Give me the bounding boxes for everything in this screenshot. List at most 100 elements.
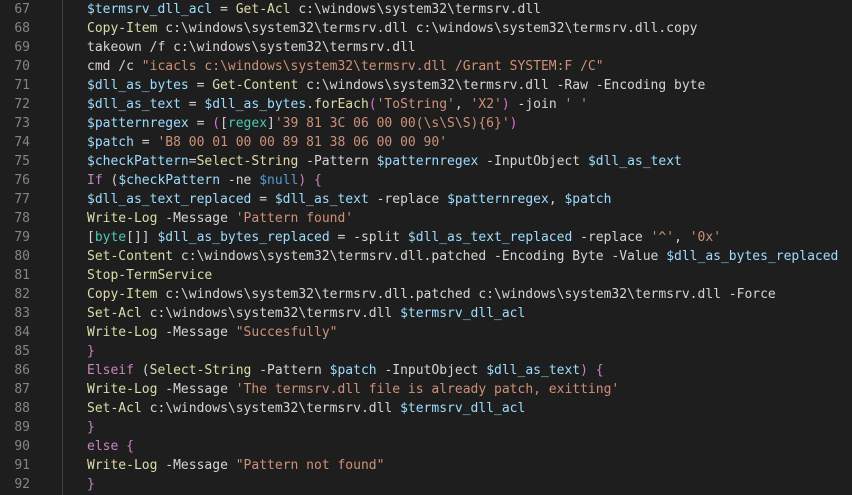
code-token: , bbox=[674, 230, 690, 245]
code-line[interactable]: 72 $dll_as_text = $dll_as_bytes.forEach('… bbox=[0, 95, 852, 114]
code-text[interactable]: [byte[]] $dll_as_bytes_replaced = -split… bbox=[87, 228, 721, 247]
code-text[interactable]: cmd /c "icacls c:\windows\system32\terms… bbox=[87, 57, 604, 76]
code-line[interactable]: 85} bbox=[0, 342, 852, 361]
code-token: ) bbox=[501, 97, 510, 112]
code-text[interactable]: Set-Acl c:\windows\system32\termsrv.dll … bbox=[87, 304, 525, 323]
code-text[interactable]: Copy-Item c:\windows\system32\termsrv.dl… bbox=[87, 285, 776, 304]
code-token: 'Pattern found' bbox=[235, 211, 354, 226]
code-line[interactable]: 86 Elseif (Select-String -Pattern $patch … bbox=[0, 361, 852, 380]
code-text[interactable]: Write-Log -Message "Pattern not found" bbox=[87, 456, 384, 475]
code-line[interactable]: 79 [byte[]] $dll_as_bytes_replaced = -spl… bbox=[0, 228, 852, 247]
code-line[interactable]: 70 cmd /c "icacls c:\windows\system32\ter… bbox=[0, 57, 852, 76]
code-token: $null bbox=[259, 173, 299, 188]
line-number: 71 bbox=[14, 78, 30, 93]
code-line[interactable]: 69 takeown /f c:\windows\system32\termsrv… bbox=[0, 38, 852, 57]
code-token: '^' bbox=[650, 230, 675, 245]
code-text[interactable]: Set-Acl c:\windows\system32\termsrv.dll … bbox=[87, 399, 525, 418]
code-line[interactable]: 73 $patternregex = ([regex]'39 81 3C 06 0… bbox=[0, 114, 852, 133]
code-token: Select-String bbox=[149, 363, 252, 378]
code-text[interactable]: } bbox=[87, 342, 95, 361]
code-text[interactable]: $patch = 'B8 00 01 00 00 89 81 38 06 00 … bbox=[87, 133, 447, 152]
code-editor[interactable]: 67 $termsrv_dll_acl = Get-Acl c:\windows\… bbox=[0, 0, 852, 495]
code-token: c:\windows\system32\termsrv.dll bbox=[290, 2, 541, 17]
code-line[interactable]: 83 Set-Acl c:\windows\system32\termsrv.dl… bbox=[0, 304, 852, 323]
code-token: $patternregex bbox=[87, 116, 189, 131]
code-line[interactable]: 82 Copy-Item c:\windows\system32\termsrv.… bbox=[0, 285, 852, 304]
code-text[interactable]: $termsrv_dll_acl = Get-Acl c:\windows\sy… bbox=[87, 0, 541, 19]
line-number: 76 bbox=[14, 173, 30, 188]
code-line[interactable]: 77 $dll_as_text_replaced = $dll_as_text -… bbox=[0, 190, 852, 209]
code-token: ( bbox=[212, 116, 221, 131]
code-token: -Pattern bbox=[251, 363, 330, 378]
line-number: 74 bbox=[14, 135, 30, 150]
code-token: Write-Log bbox=[87, 382, 158, 397]
code-token: else { bbox=[87, 439, 134, 454]
line-number: 77 bbox=[14, 192, 30, 207]
code-token: c:\windows\system32\termsrv.dll bbox=[141, 401, 401, 416]
code-token: Write-Log bbox=[87, 211, 158, 226]
code-token: $dll_as_text_replaced bbox=[87, 192, 252, 207]
code-text[interactable]: $dll_as_bytes = Get-Content c:\windows\s… bbox=[87, 76, 705, 95]
code-text[interactable]: $dll_as_text_replaced = $dll_as_text -re… bbox=[87, 190, 611, 209]
code-text[interactable]: Copy-Item c:\windows\system32\termsrv.dl… bbox=[87, 19, 698, 38]
code-line[interactable]: 80 Set-Content c:\windows\system32\termsr… bbox=[0, 247, 852, 266]
code-line[interactable]: 91 Write-Log -Message "Pattern not found" bbox=[0, 456, 852, 475]
code-line[interactable]: 92} bbox=[0, 475, 852, 494]
line-number: 91 bbox=[14, 458, 30, 473]
code-token: $patternregex bbox=[447, 192, 549, 207]
code-line[interactable]: 67 $termsrv_dll_acl = Get-Acl c:\windows\… bbox=[0, 0, 852, 19]
code-token: $patch bbox=[564, 192, 612, 207]
code-text[interactable]: takeown /f c:\windows\system32\termsrv.d… bbox=[87, 38, 416, 57]
code-text[interactable]: If ($checkPattern -ne $null) { bbox=[87, 171, 322, 190]
code-text[interactable]: $dll_as_text = $dll_as_bytes.forEach('To… bbox=[87, 95, 588, 114]
code-line[interactable]: 84 Write-Log -Message "Succesfully" bbox=[0, 323, 852, 342]
code-line[interactable]: 76 If ($checkPattern -ne $null) { bbox=[0, 171, 852, 190]
code-token: [ bbox=[220, 116, 228, 131]
code-token: $patternregex bbox=[376, 154, 479, 169]
code-token: Elseif bbox=[87, 363, 134, 378]
code-text[interactable]: } bbox=[87, 418, 95, 437]
code-token: "Succesfully" bbox=[235, 325, 338, 340]
code-text[interactable]: else { bbox=[87, 437, 134, 456]
code-text[interactable]: $patternregex = ([regex]'39 81 3C 06 00 … bbox=[87, 114, 518, 133]
code-token: ) { bbox=[580, 363, 604, 378]
code-token: $dll_as_text_replaced bbox=[407, 230, 573, 245]
code-line[interactable]: 68 Copy-Item c:\windows\system32\termsrv.… bbox=[0, 19, 852, 38]
code-token: Select-String bbox=[196, 154, 299, 169]
code-text[interactable]: Write-Log -Message 'Pattern found' bbox=[87, 209, 353, 228]
code-text[interactable]: Write-Log -Message "Succesfully" bbox=[87, 323, 337, 342]
code-token: "icacls c:\windows\system32\termsrv.dll … bbox=[141, 59, 604, 74]
code-text[interactable]: Stop-TermService bbox=[87, 266, 212, 285]
code-text[interactable]: } bbox=[87, 475, 95, 494]
code-token: -join bbox=[509, 97, 565, 112]
code-line[interactable]: 87 Write-Log -Message 'The termsrv.dll fi… bbox=[0, 380, 852, 399]
code-token: c:\windows\system32\termsrv.dll -Raw -En… bbox=[298, 78, 706, 93]
code-line[interactable]: 78 Write-Log -Message 'Pattern found' bbox=[0, 209, 852, 228]
code-token: $dll_as_bytes_replaced bbox=[666, 249, 839, 264]
code-token: -InputObject bbox=[376, 363, 487, 378]
code-line[interactable]: 74 $patch = 'B8 00 01 00 00 89 81 38 06 0… bbox=[0, 133, 852, 152]
code-text[interactable]: $checkPattern=Select-String -Pattern $pa… bbox=[87, 152, 682, 171]
code-text[interactable]: Set-Content c:\windows\system32\termsrv.… bbox=[87, 247, 838, 266]
code-token: 'B8 00 01 00 00 89 81 38 06 00 00 90' bbox=[157, 135, 448, 150]
code-text[interactable]: Write-Log -Message 'The termsrv.dll file… bbox=[87, 380, 619, 399]
code-token: []] bbox=[126, 230, 150, 245]
code-token: $dll_as_text bbox=[274, 192, 369, 207]
code-token: , bbox=[454, 97, 471, 112]
code-line[interactable]: 88 Set-Acl c:\windows\system32\termsrv.dl… bbox=[0, 399, 852, 418]
code-token: $patch bbox=[87, 135, 134, 150]
code-line[interactable]: 89} bbox=[0, 418, 852, 437]
code-line[interactable]: 81 Stop-TermService bbox=[0, 266, 852, 285]
code-token: = bbox=[133, 135, 158, 150]
code-token: $checkPattern bbox=[87, 154, 189, 169]
code-token: = bbox=[180, 97, 205, 112]
line-number: 75 bbox=[14, 154, 30, 169]
code-text[interactable]: Elseif (Select-String -Pattern $patch -I… bbox=[87, 361, 604, 380]
code-line[interactable]: 75 $checkPattern=Select-String -Pattern $… bbox=[0, 152, 852, 171]
code-token: = bbox=[212, 2, 236, 17]
code-line[interactable]: 90 else { bbox=[0, 437, 852, 456]
code-token: $dll_as_text bbox=[587, 154, 682, 169]
code-token: Get-Acl bbox=[235, 2, 291, 17]
code-line[interactable]: 71 $dll_as_bytes = Get-Content c:\windows… bbox=[0, 76, 852, 95]
line-number: 92 bbox=[14, 477, 30, 492]
